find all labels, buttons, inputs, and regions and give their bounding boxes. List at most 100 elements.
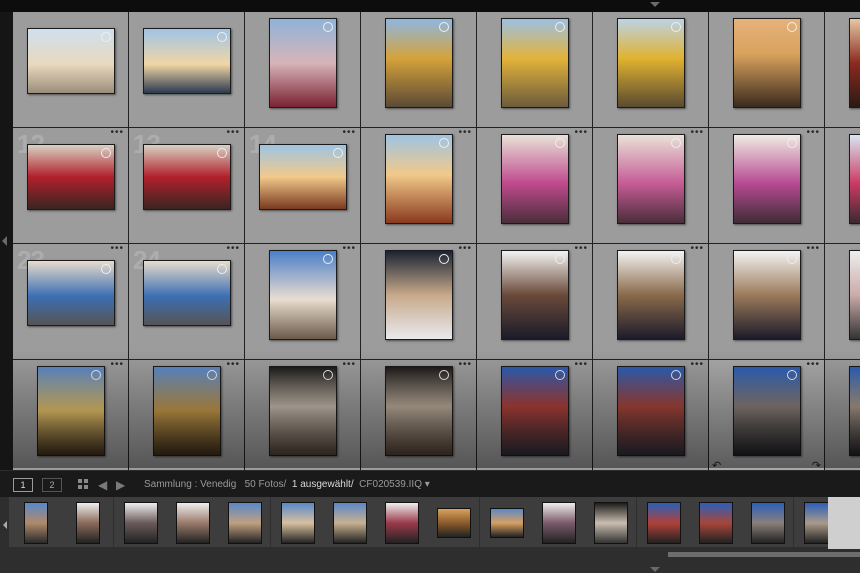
more-icon[interactable]: ••• <box>226 360 240 370</box>
grid-cell[interactable] <box>825 12 860 127</box>
photo-thumbnail[interactable] <box>143 144 231 210</box>
quick-collection-icon[interactable] <box>787 254 797 264</box>
grid-cell[interactable]: ••• <box>361 244 476 359</box>
quick-collection-icon[interactable] <box>555 138 565 148</box>
page-1-button[interactable]: 1 <box>13 478 33 492</box>
more-icon[interactable]: ••• <box>342 244 356 254</box>
photo-thumbnail[interactable] <box>385 134 453 224</box>
quick-collection-icon[interactable] <box>217 264 227 274</box>
filmstrip-thumbnail[interactable] <box>228 502 263 544</box>
grid-cell[interactable]: 14••• <box>245 128 360 243</box>
quick-collection-icon[interactable] <box>555 254 565 264</box>
photo-thumbnail[interactable] <box>501 250 569 340</box>
more-icon[interactable]: ••• <box>226 128 240 138</box>
grid-cell[interactable]: ••• <box>593 128 708 243</box>
grid-cell[interactable] <box>593 12 708 127</box>
photo-thumbnail[interactable] <box>153 366 221 456</box>
grid-cell[interactable]: ••• <box>477 244 592 359</box>
quick-collection-icon[interactable] <box>671 254 681 264</box>
filmstrip-thumbnail[interactable] <box>542 502 576 544</box>
grid-cell[interactable]: ••• <box>477 128 592 243</box>
quick-collection-icon[interactable] <box>101 264 111 274</box>
photo-thumbnail[interactable] <box>733 18 801 108</box>
filmstrip-cell[interactable] <box>165 497 218 547</box>
collapse-bottom-panel-icon[interactable] <box>650 567 660 572</box>
photo-thumbnail[interactable] <box>385 366 453 456</box>
grid-cell[interactable] <box>129 12 244 127</box>
quick-collection-icon[interactable] <box>439 138 449 148</box>
quick-collection-icon[interactable] <box>555 22 565 32</box>
filmstrip-thumbnail[interactable] <box>646 502 681 544</box>
photo-thumbnail[interactable] <box>849 18 860 108</box>
filmstrip-thumbnail[interactable] <box>123 502 158 544</box>
filmstrip-scrollbar[interactable] <box>668 552 860 557</box>
photo-thumbnail[interactable] <box>27 260 115 326</box>
quick-collection-icon[interactable] <box>101 148 111 158</box>
filmstrip-thumbnail[interactable] <box>489 508 524 538</box>
more-icon[interactable]: ••• <box>574 360 588 370</box>
grid-cell[interactable] <box>709 12 824 127</box>
photo-thumbnail[interactable] <box>501 366 569 456</box>
photo-thumbnail[interactable] <box>617 134 685 224</box>
grid-cell[interactable]: ••• <box>709 128 824 243</box>
filmstrip-cell[interactable] <box>688 497 741 547</box>
photo-thumbnail[interactable] <box>733 250 801 340</box>
more-icon[interactable]: ••• <box>574 244 588 254</box>
quick-collection-icon[interactable] <box>217 148 227 158</box>
quick-collection-icon[interactable] <box>439 22 449 32</box>
photo-thumbnail[interactable] <box>849 134 860 224</box>
photo-thumbnail[interactable] <box>385 250 453 340</box>
grid-cell[interactable]: ••• <box>825 360 860 475</box>
filmstrip-cell[interactable] <box>427 497 480 547</box>
quick-collection-icon[interactable] <box>101 32 111 42</box>
filmstrip-thumbnail[interactable] <box>385 502 420 544</box>
filmstrip-thumbnail[interactable] <box>751 502 786 544</box>
arrow-left-icon[interactable]: ◀ <box>98 478 107 492</box>
filmstrip-cell[interactable] <box>9 497 61 547</box>
photo-thumbnail[interactable] <box>27 144 115 210</box>
arrow-right-icon[interactable]: ▶ <box>116 478 125 492</box>
more-icon[interactable]: ••• <box>110 128 124 138</box>
filmstrip-cell[interactable] <box>636 497 689 547</box>
filmstrip-cell[interactable] <box>741 497 794 547</box>
quick-collection-icon[interactable] <box>207 370 217 380</box>
grid-cell[interactable]: ••• <box>245 244 360 359</box>
grid-cell[interactable]: ••• ↶ ↷ <box>709 360 824 475</box>
more-icon[interactable]: ••• <box>110 360 124 370</box>
more-icon[interactable]: ••• <box>110 244 124 254</box>
filmstrip-scroll-left-icon[interactable] <box>3 521 7 529</box>
grid-cell[interactable]: 23••• <box>13 244 128 359</box>
filmstrip-cell[interactable] <box>270 497 323 547</box>
photo-thumbnail[interactable] <box>617 18 685 108</box>
more-icon[interactable]: ••• <box>690 244 704 254</box>
photo-thumbnail[interactable] <box>733 134 801 224</box>
grid-cell[interactable]: 24••• <box>129 244 244 359</box>
quick-collection-icon[interactable] <box>217 32 227 42</box>
grid-cell[interactable]: ••• <box>245 360 360 475</box>
grid-cell[interactable]: ••• <box>477 360 592 475</box>
filmstrip-thumbnail[interactable] <box>698 502 733 544</box>
quick-collection-icon[interactable] <box>671 370 681 380</box>
filmstrip-cell[interactable] <box>375 497 428 547</box>
more-icon[interactable]: ••• <box>458 128 472 138</box>
quick-collection-icon[interactable] <box>787 138 797 148</box>
photo-thumbnail[interactable] <box>143 28 231 94</box>
photo-thumbnail[interactable] <box>27 28 115 94</box>
grid-cell[interactable]: ••• <box>13 360 128 475</box>
photo-thumbnail[interactable] <box>501 134 569 224</box>
photo-thumbnail[interactable] <box>617 250 685 340</box>
quick-collection-icon[interactable] <box>787 22 797 32</box>
grid-cell[interactable] <box>13 12 128 127</box>
filmstrip-thumbnail[interactable] <box>24 502 48 544</box>
grid-cell[interactable]: ••• <box>129 360 244 475</box>
grid-cell[interactable] <box>477 12 592 127</box>
filmstrip-cell[interactable] <box>532 497 584 547</box>
grid-cell[interactable]: 12••• <box>13 128 128 243</box>
quick-collection-icon[interactable] <box>439 254 449 264</box>
photo-thumbnail[interactable] <box>849 366 860 456</box>
more-icon[interactable]: ••• <box>226 244 240 254</box>
filmstrip-cell[interactable] <box>584 497 637 547</box>
quick-collection-icon[interactable] <box>787 370 797 380</box>
more-icon[interactable]: ••• <box>574 128 588 138</box>
more-icon[interactable]: ••• <box>342 128 356 138</box>
